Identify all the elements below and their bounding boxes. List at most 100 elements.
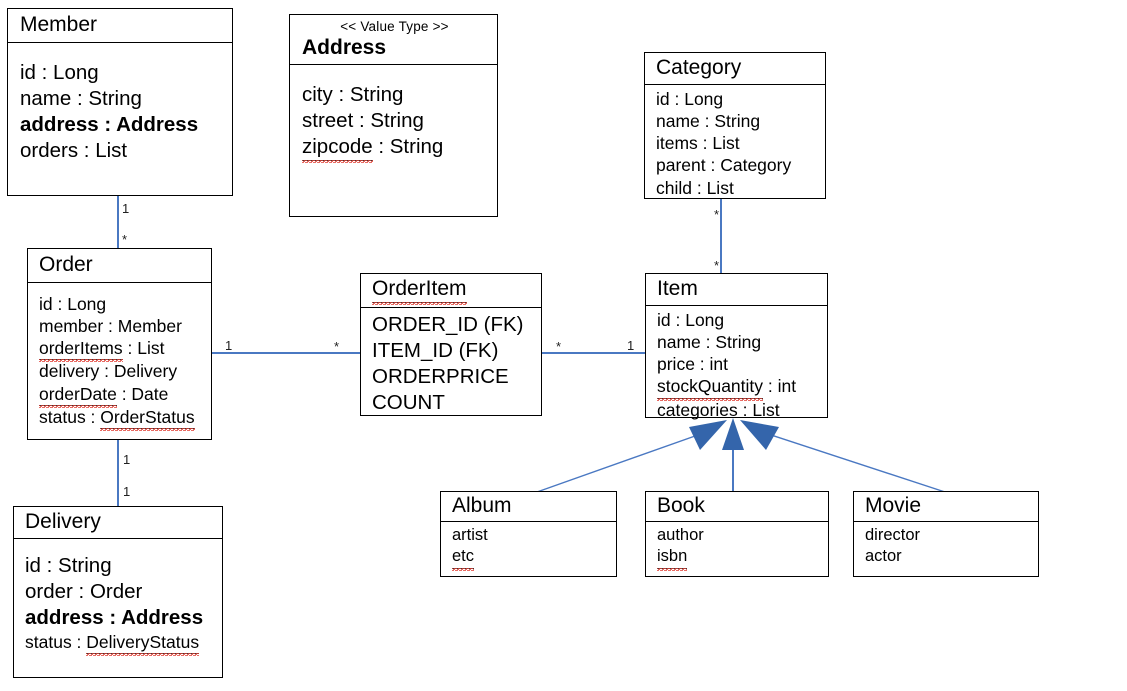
attribute-orderitem-count: COUNT bbox=[372, 391, 445, 415]
uml-class-diagram-canvas: 1 * 1 1 1 * * 1 * * Member id: Long nam… bbox=[0, 0, 1127, 691]
attribute-delivery-id: id : String bbox=[25, 554, 112, 578]
attribute-delivery-order: order : Order bbox=[25, 580, 143, 604]
class-header-book: Book bbox=[646, 492, 828, 523]
attribute-book-author: author bbox=[657, 526, 704, 545]
class-header-order: Order bbox=[28, 249, 211, 284]
spellcheck-underline-orderitems: orderItems bbox=[39, 337, 123, 363]
class-box-member[interactable]: Member id : Long name : String address :… bbox=[7, 8, 233, 196]
multiplicity-orderitem-item-right: 1 bbox=[627, 338, 635, 353]
class-header-album: Album bbox=[441, 492, 616, 523]
attribute-item-id: id : Long bbox=[657, 310, 725, 331]
attribute-book-isbn: isbn bbox=[657, 546, 820, 572]
generalization-album-item[interactable] bbox=[536, 420, 727, 493]
multiplicity-order-delivery-bottom: 1 bbox=[123, 484, 131, 499]
class-box-book[interactable]: Book author isbn bbox=[645, 491, 829, 577]
class-box-address[interactable]: << Value Type >> Address city : String s… bbox=[289, 14, 498, 217]
attribute-order-status: status : OrderStatus bbox=[39, 406, 203, 431]
multiplicity-member-order-bottom: * bbox=[122, 232, 128, 247]
connector-order-delivery[interactable] bbox=[117, 440, 119, 508]
class-stereotype-address: << Value Type >> bbox=[340, 19, 449, 34]
attribute-item-stockquantity-type: : int bbox=[763, 376, 797, 397]
attribute-category-id: id : Long bbox=[656, 89, 724, 110]
class-box-movie[interactable]: Movie director actor bbox=[853, 491, 1039, 577]
class-title-category: Category bbox=[656, 56, 742, 79]
attribute-order-orderdate-type: : Date bbox=[116, 383, 169, 404]
multiplicity-order-orderitem-left: 1 bbox=[225, 338, 233, 353]
spellcheck-underline-deliverystatus: DeliveryStatus bbox=[86, 631, 200, 657]
class-attributes-item: id : Long name : String price : int stoc… bbox=[646, 306, 827, 424]
attribute-member-id: id : Long bbox=[20, 61, 99, 85]
attribute-address-city: city : String bbox=[302, 83, 404, 107]
attribute-movie-actor: actor bbox=[865, 547, 902, 566]
class-header-delivery: Delivery bbox=[14, 507, 222, 540]
attribute-order-orderitems: orderItems : List bbox=[39, 337, 203, 363]
attribute-item-categories: categories : List bbox=[657, 399, 780, 420]
attribute-address-street: street : String bbox=[302, 109, 424, 133]
class-attributes-member: id : Long name : String address : Addres… bbox=[8, 43, 232, 195]
attribute-orderitem-order-id: ORDER_ID (FK) bbox=[372, 313, 524, 337]
attribute-delivery-status: status : DeliveryStatus bbox=[25, 631, 214, 657]
class-title-orderitem: OrderItem bbox=[372, 276, 531, 306]
attribute-order-member: member : Member bbox=[39, 316, 182, 337]
class-title-delivery: Delivery bbox=[25, 510, 101, 533]
attribute-member-orders: orders : List bbox=[20, 139, 128, 163]
class-attributes-album: artist etc bbox=[441, 522, 616, 576]
attribute-order-delivery: delivery : Delivery bbox=[39, 361, 178, 382]
spellcheck-underline-stockquantity: stockQuantity bbox=[657, 375, 764, 401]
class-attributes-address: city : String street : String zipcode : … bbox=[290, 65, 497, 216]
class-title-movie: Movie bbox=[865, 494, 922, 517]
attribute-member-address: address : Address bbox=[20, 113, 199, 137]
attribute-address-zipcode-type: : String bbox=[372, 135, 444, 159]
class-title-item: Item bbox=[657, 277, 698, 300]
generalization-book-item[interactable] bbox=[722, 418, 744, 492]
multiplicity-category-item-bottom: * bbox=[714, 258, 720, 273]
attribute-delivery-status-label: status : bbox=[25, 632, 87, 653]
class-header-member: Member bbox=[8, 9, 232, 44]
class-header-address: << Value Type >> Address bbox=[290, 15, 497, 66]
multiplicity-order-delivery-top: 1 bbox=[123, 452, 131, 467]
class-title-address: Address bbox=[302, 36, 387, 60]
attribute-orderitem-item-id: ITEM_ID (FK) bbox=[372, 339, 499, 363]
attribute-order-status-label: status : bbox=[39, 406, 101, 427]
class-attributes-book: author isbn bbox=[646, 522, 828, 576]
attribute-member-name: name : String bbox=[20, 87, 142, 111]
class-box-order[interactable]: Order id : Long member : Member orderIte… bbox=[27, 248, 212, 440]
attribute-order-orderdate: orderDate : Date bbox=[39, 383, 203, 408]
spellcheck-underline-orderitem: OrderItem bbox=[372, 276, 467, 306]
multiplicity-order-orderitem-right: * bbox=[334, 339, 340, 354]
generalization-movie-item[interactable] bbox=[740, 420, 946, 493]
class-attributes-delivery: id : String order : Order address : Addr… bbox=[14, 539, 222, 677]
class-title-book: Book bbox=[657, 494, 705, 517]
attribute-item-stockquantity: stockQuantity : int bbox=[657, 375, 819, 401]
class-attributes-movie: director actor bbox=[854, 522, 1038, 576]
class-box-orderitem[interactable]: OrderItem ORDER_ID (FK) ITEM_ID (FK) ORD… bbox=[360, 273, 542, 416]
class-box-album[interactable]: Album artist etc bbox=[440, 491, 617, 577]
class-attributes-category: id : Long name : String items : List par… bbox=[645, 85, 825, 202]
connector-category-item[interactable] bbox=[720, 199, 722, 274]
attribute-category-parent: parent : Category bbox=[656, 155, 792, 176]
class-header-item: Item bbox=[646, 274, 827, 307]
attribute-order-id: id : Long bbox=[39, 294, 107, 315]
attribute-delivery-address: address : Address bbox=[25, 606, 204, 630]
multiplicity-orderitem-item-left: * bbox=[556, 339, 562, 354]
attribute-item-name: name : String bbox=[657, 332, 762, 353]
multiplicity-member-order-top: 1 bbox=[122, 201, 130, 216]
class-header-category: Category bbox=[645, 53, 825, 86]
attribute-category-items: items : List bbox=[656, 133, 740, 154]
class-box-category[interactable]: Category id : Long name : String items :… bbox=[644, 52, 826, 199]
attribute-movie-director: director bbox=[865, 526, 921, 545]
class-attributes-order: id : Long member : Member orderItems : L… bbox=[28, 283, 211, 439]
attribute-album-artist: artist bbox=[452, 526, 488, 545]
spellcheck-underline-orderstatus: OrderStatus bbox=[100, 406, 196, 431]
attribute-item-price: price : int bbox=[657, 354, 728, 375]
spellcheck-underline-orderdate: orderDate bbox=[39, 383, 117, 408]
spellcheck-underline-etc: etc bbox=[452, 546, 475, 572]
class-box-delivery[interactable]: Delivery id : String order : Order addre… bbox=[13, 506, 223, 678]
multiplicity-category-item-top: * bbox=[714, 207, 720, 222]
attribute-orderitem-orderprice: ORDERPRICE bbox=[372, 365, 509, 389]
class-title-member: Member bbox=[20, 13, 98, 36]
class-header-orderitem: OrderItem bbox=[361, 274, 541, 309]
class-box-item[interactable]: Item id : Long name : String price : int… bbox=[645, 273, 828, 420]
connector-member-order[interactable] bbox=[117, 196, 119, 250]
attribute-order-orderitems-type: : List bbox=[122, 338, 165, 359]
